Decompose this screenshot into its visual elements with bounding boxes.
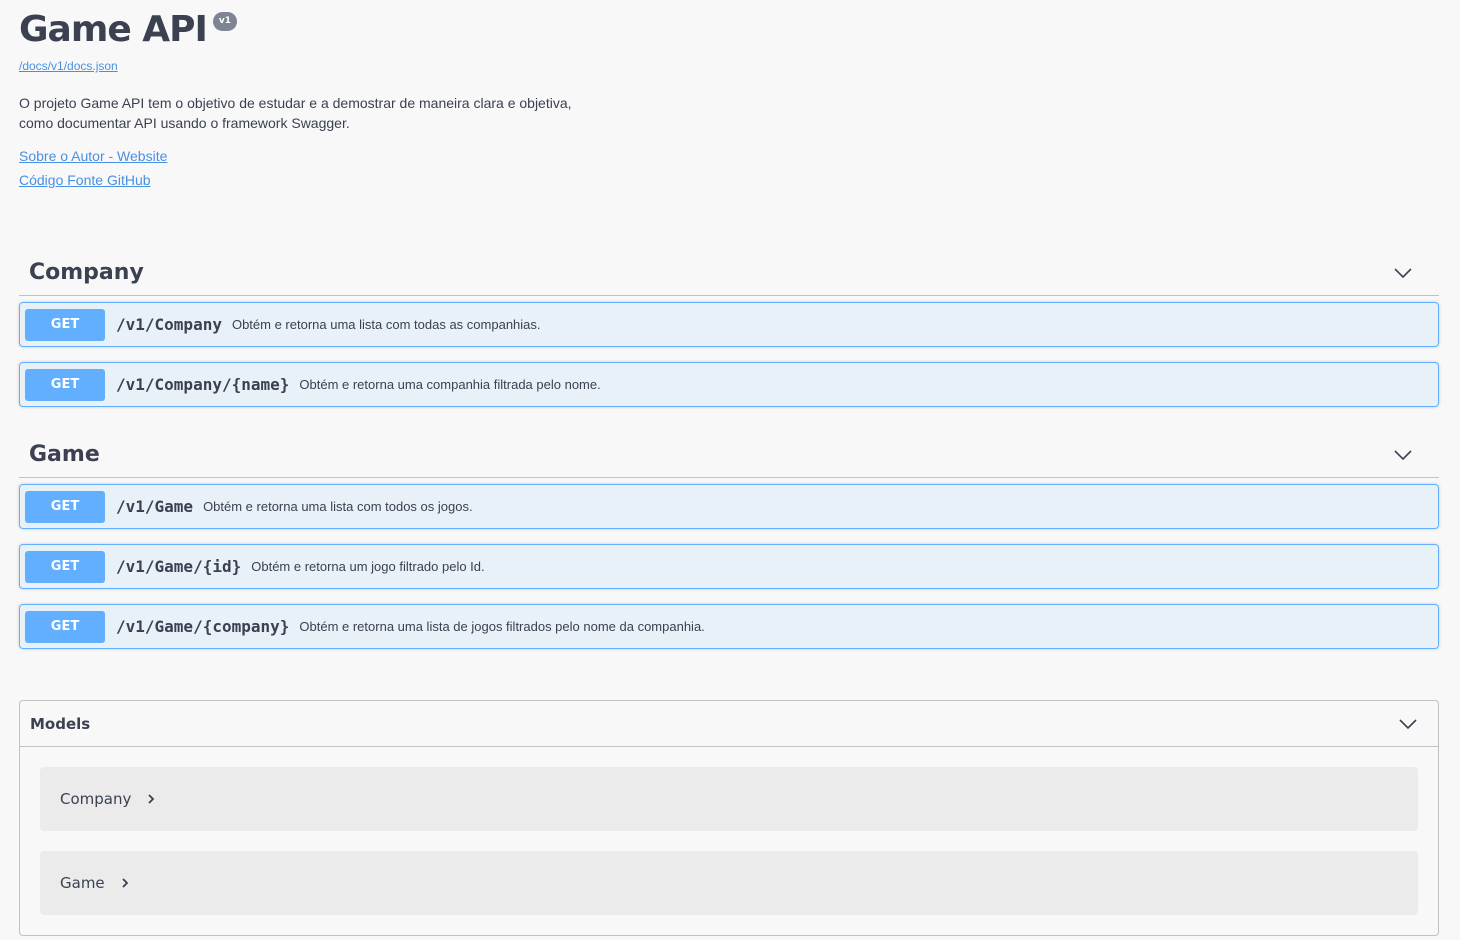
models-title: Models <box>30 714 91 733</box>
tag-name: Game <box>29 442 100 467</box>
chevron-down-icon[interactable] <box>1393 263 1413 283</box>
api-info: Game API v1 /docs/v1/docs.json O projeto… <box>19 8 719 188</box>
tag-header-company[interactable]: Company <box>19 250 1439 296</box>
models-header[interactable]: Models <box>20 701 1438 747</box>
chevron-right-icon[interactable] <box>145 793 157 805</box>
operation-path: /v1/Game/{id} <box>116 557 242 576</box>
tag-header-game[interactable]: Game <box>19 432 1439 478</box>
method-badge: GET <box>25 308 105 341</box>
opblock-get-game[interactable]: GET /v1/Game Obtém e retorna uma lista c… <box>19 484 1439 529</box>
tag-section-company: Company GET /v1/Company Obtém e retorna … <box>19 250 1439 417</box>
opblock-get-game-by-company[interactable]: GET /v1/Game/{company} Obtém e retorna u… <box>19 604 1439 649</box>
title-row: Game API v1 <box>19 8 719 52</box>
model-item-company[interactable]: Company <box>40 767 1418 831</box>
method-badge: GET <box>25 368 105 401</box>
operation-summary: Obtém e retorna uma lista de jogos filtr… <box>299 619 705 634</box>
operation-summary: Obtém e retorna uma lista com todas as c… <box>231 317 541 332</box>
description-line: O projeto Game API tem o objetivo de est… <box>19 95 572 111</box>
opblock-get-company[interactable]: GET /v1/Company Obtém e retorna uma list… <box>19 302 1439 347</box>
method-badge: GET <box>25 490 105 523</box>
spec-url-link[interactable]: /docs/v1/docs.json <box>19 59 118 73</box>
author-website-link[interactable]: Sobre o Autor - Website <box>19 148 719 164</box>
chevron-right-icon[interactable] <box>119 877 131 889</box>
operation-summary: Obtém e retorna uma lista com todos os j… <box>203 499 473 514</box>
method-badge: GET <box>25 550 105 583</box>
description-line: como documentar API usando o framework S… <box>19 115 350 131</box>
opblock-get-game-by-id[interactable]: GET /v1/Game/{id} Obtém e retorna um jog… <box>19 544 1439 589</box>
github-source-link[interactable]: Código Fonte GitHub <box>19 172 719 188</box>
api-description: O projeto Game API tem o objetivo de est… <box>19 93 719 133</box>
models-section: Models Company Game <box>19 700 1439 936</box>
operation-summary: Obtém e retorna uma companhia filtrada p… <box>299 377 601 392</box>
version-badge: v1 <box>212 12 237 31</box>
chevron-down-icon[interactable] <box>1398 714 1418 734</box>
operation-path: /v1/Company <box>116 315 222 334</box>
operation-path: /v1/Game/{company} <box>116 617 290 636</box>
method-badge: GET <box>25 610 105 643</box>
opblock-get-company-by-name[interactable]: GET /v1/Company/{name} Obtém e retorna u… <box>19 362 1439 407</box>
model-name: Company <box>60 790 132 808</box>
operation-path: /v1/Game <box>116 497 194 516</box>
model-name: Game <box>60 874 105 892</box>
chevron-down-icon[interactable] <box>1393 445 1413 465</box>
tag-section-game: Game GET /v1/Game Obtém e retorna uma li… <box>19 432 1439 659</box>
operation-summary: Obtém e retorna um jogo filtrado pelo Id… <box>251 559 485 574</box>
operation-path: /v1/Company/{name} <box>116 375 290 394</box>
tag-name: Company <box>29 260 144 285</box>
api-title: Game API <box>19 9 208 50</box>
model-item-game[interactable]: Game <box>40 851 1418 915</box>
